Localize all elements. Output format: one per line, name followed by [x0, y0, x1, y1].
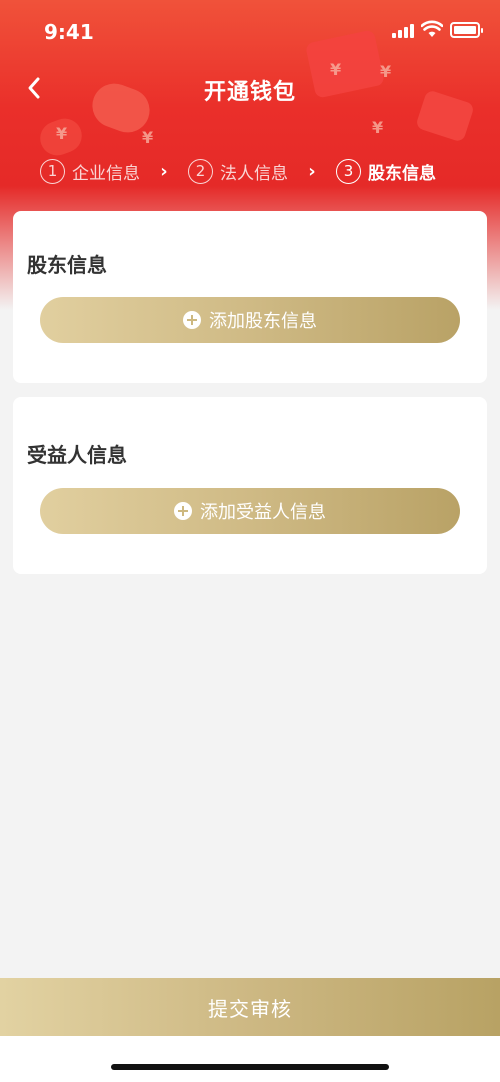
progress-steps: 1 企业信息 › 2 法人信息 › 3 股东信息 [40, 156, 436, 186]
chevron-right-icon: › [160, 160, 168, 182]
yen-decoration: ¥ [142, 128, 154, 147]
add-beneficiary-label: 添加受益人信息 [200, 502, 326, 523]
step-number: 1 [40, 158, 65, 184]
plus-circle-icon [183, 311, 201, 329]
shareholder-card: 股东信息 添加股东信息 [13, 211, 487, 383]
step-label: 股东信息 [368, 163, 436, 184]
add-shareholder-button[interactable]: 添加股东信息 [40, 297, 460, 343]
step-shareholder-info: 3 股东信息 [336, 158, 436, 184]
step-number: 3 [336, 158, 361, 184]
status-time: 9:41 [44, 20, 94, 44]
beneficiary-card: 受益人信息 添加受益人信息 [13, 397, 487, 574]
navigation-bar: 开通钱包 [0, 64, 500, 112]
cellular-signal-icon [392, 24, 416, 38]
chevron-right-icon: › [308, 160, 316, 182]
beneficiary-section-title: 受益人信息 [27, 443, 127, 467]
add-shareholder-label: 添加股东信息 [209, 311, 317, 332]
status-bar: 9:41 [0, 0, 500, 60]
home-indicator [111, 1064, 389, 1070]
yen-decoration: ¥ [372, 118, 384, 137]
step-company-info: 1 企业信息 [40, 158, 140, 184]
step-legal-person-info: 2 法人信息 [188, 158, 288, 184]
step-label: 企业信息 [72, 163, 140, 184]
battery-icon [450, 22, 483, 38]
add-beneficiary-button[interactable]: 添加受益人信息 [40, 488, 460, 534]
shareholder-section-title: 股东信息 [27, 253, 107, 277]
step-label: 法人信息 [220, 163, 288, 184]
yen-decoration: ¥ [56, 124, 68, 143]
home-indicator-area [0, 1036, 500, 1082]
wifi-icon [421, 20, 443, 37]
submit-review-button[interactable]: 提交审核 [0, 978, 500, 1036]
plus-circle-icon [174, 502, 192, 520]
page-title: 开通钱包 [203, 80, 296, 105]
step-number: 2 [188, 158, 213, 184]
